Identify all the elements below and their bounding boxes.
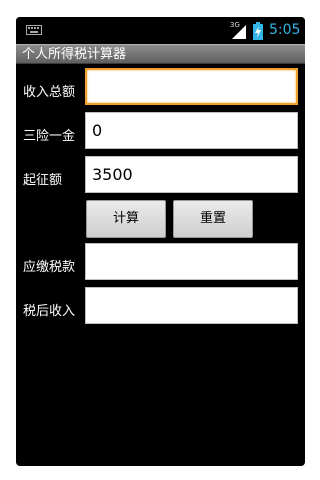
reset-button[interactable]: 重置: [173, 200, 253, 238]
insurance-label: 三险一金: [23, 129, 76, 144]
tax-label: 应缴税款: [23, 260, 76, 275]
clock: 5:05: [269, 22, 301, 38]
keyboard-icon: [26, 25, 42, 35]
after-tax-label: 税后收入: [23, 304, 76, 319]
threshold-input[interactable]: [85, 156, 298, 193]
app-title: 个人所得税计算器: [22, 47, 127, 62]
device-screen: 3G 5:05 个人所得税计算器 收入总额 三险一金 起征额 计算 重置 应缴税…: [16, 17, 305, 466]
calculate-button[interactable]: 计算: [86, 200, 166, 238]
tax-output-field[interactable]: [85, 243, 298, 280]
app-title-bar: 个人所得税计算器: [16, 44, 305, 64]
signal-icon: 3G: [230, 21, 246, 39]
status-bar: 3G 5:05: [16, 17, 305, 44]
income-label: 收入总额: [23, 85, 76, 100]
insurance-input[interactable]: [85, 112, 298, 149]
income-input[interactable]: [85, 68, 298, 105]
battery-charging-icon: [253, 22, 263, 40]
after-tax-output-field[interactable]: [85, 287, 298, 324]
threshold-label: 起征额: [23, 173, 63, 188]
